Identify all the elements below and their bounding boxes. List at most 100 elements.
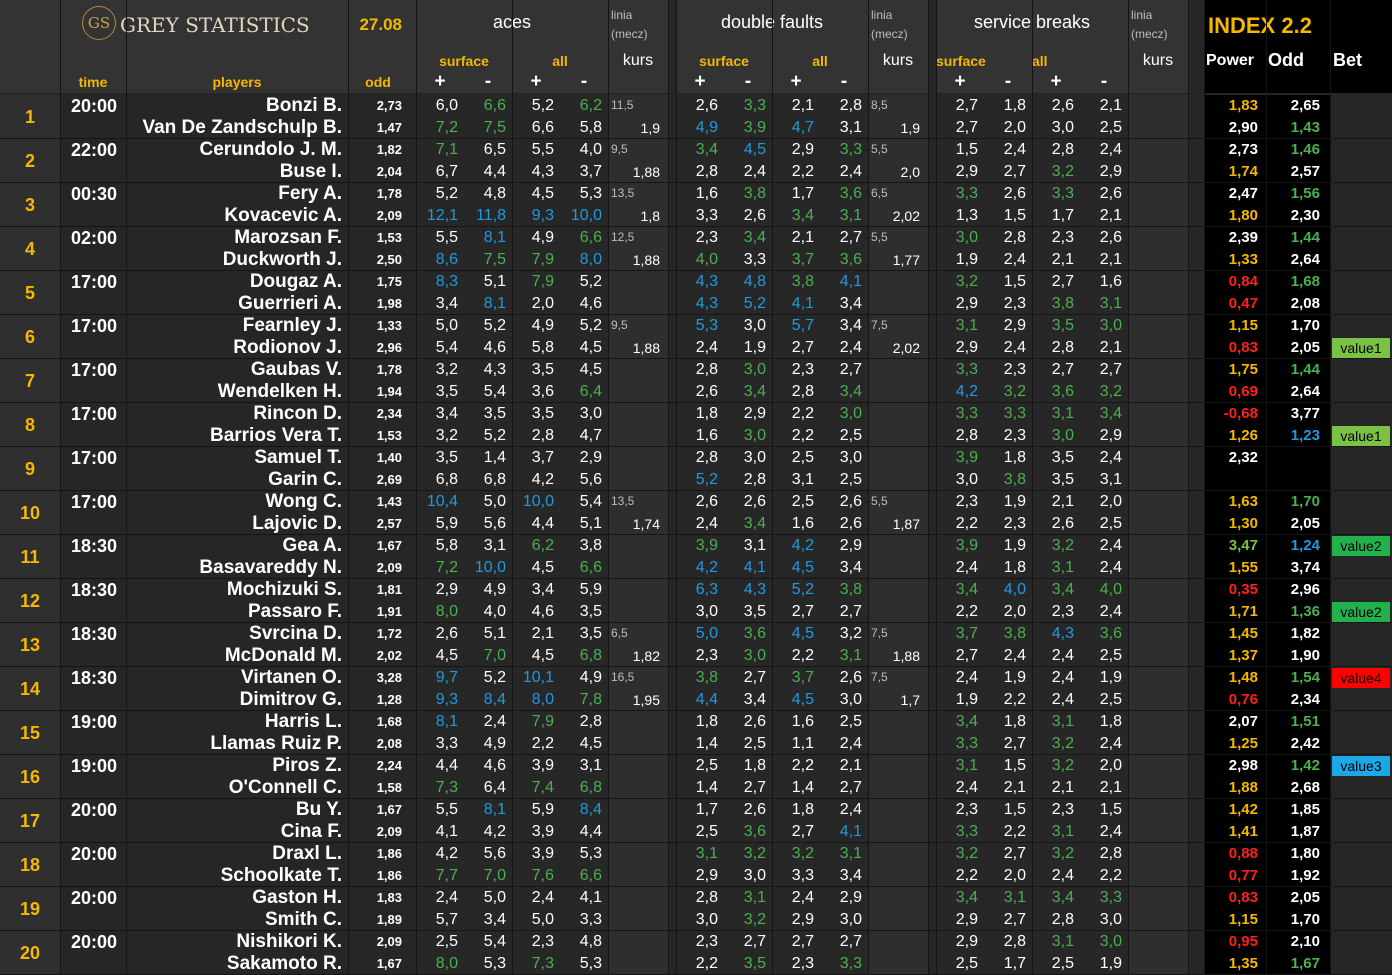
df-kurs-header: kurs: [882, 52, 914, 69]
sb-value: 3,7: [955, 625, 978, 642]
row-bg: [868, 579, 928, 623]
player-name: Bu Y.: [295, 799, 342, 820]
match-time: 17:00: [70, 272, 118, 292]
df-value: 2,6: [695, 493, 718, 510]
power-value: 0,77: [1228, 867, 1258, 884]
row-bg: [1330, 271, 1392, 315]
index-odd-value: 2,10: [1290, 933, 1320, 950]
sb-value: 2,5: [955, 955, 978, 972]
line-value: 8,5: [871, 98, 888, 112]
line-value: 9,5: [611, 142, 628, 156]
power-value: 2,07: [1228, 713, 1258, 730]
kurs-value: 2,02: [892, 208, 920, 224]
aces-value: 7,9: [531, 251, 554, 268]
aces-value: 5,8: [579, 119, 602, 136]
match-time: 19:00: [70, 756, 118, 776]
sb-value: 2,5: [1051, 955, 1074, 972]
aces-value: 10,4: [426, 493, 458, 510]
df-value: 1,4: [791, 779, 814, 796]
power-value: 0,84: [1228, 273, 1258, 290]
sb-value: 3,0: [955, 471, 978, 488]
sb-value: 2,2: [955, 867, 978, 884]
line-value: 13,5: [611, 494, 635, 508]
row-bg: [1330, 711, 1392, 755]
player-name: Piros Z.: [272, 755, 342, 776]
aces-value: 3,4: [483, 911, 506, 928]
index-odd-value: 1,23: [1290, 427, 1320, 444]
df-value: 3,7: [791, 669, 814, 686]
corner-cell: [0, 0, 60, 93]
aces-value: 6,8: [579, 647, 602, 664]
aces-value: 6,6: [579, 559, 602, 576]
sb-value: 2,5: [1099, 119, 1122, 136]
df-value: 2,6: [743, 713, 766, 730]
sb-value: 2,4: [1099, 603, 1122, 620]
df-value: 2,7: [791, 823, 814, 840]
player-odd: 2,09: [376, 208, 402, 223]
row-bg: [608, 887, 668, 931]
sb-kurs-header: kurs: [1142, 52, 1174, 69]
sb-value: 2,2: [955, 515, 978, 532]
aces-value: 8,3: [435, 273, 458, 290]
player-odd: 2,09: [376, 934, 402, 949]
row-bg: [1330, 359, 1392, 403]
aces-value: 3,4: [435, 295, 458, 312]
aces-mecz-label: (mecz): [611, 27, 648, 41]
aces-value: 5,0: [483, 493, 506, 510]
aces-value: 7,2: [435, 119, 458, 136]
df-value: 3,0: [695, 911, 718, 928]
aces-value: 5,2: [531, 97, 554, 114]
sb-value: 2,0: [1003, 119, 1026, 136]
aces-value: 8,0: [435, 955, 458, 972]
sb-value: 2,7: [955, 119, 978, 136]
df-value: 3,2: [791, 845, 814, 862]
sb-value: 2,1: [1051, 493, 1074, 510]
row-bg: [1128, 843, 1188, 887]
aces-value: 4,1: [435, 823, 458, 840]
df-value: 4,8: [743, 273, 766, 290]
sb-value: 3,4: [955, 713, 978, 730]
df-value: 6,3: [695, 581, 718, 598]
minus-header: -: [1100, 72, 1108, 92]
df-value: 4,7: [791, 119, 814, 136]
index-odd-value: 1,43: [1290, 119, 1320, 136]
aces-value: 6,0: [435, 97, 458, 114]
row-bg: [608, 579, 668, 623]
df-value: 3,4: [695, 141, 718, 158]
sb-value: 3,2: [1051, 163, 1074, 180]
player-odd: 1,78: [376, 362, 402, 377]
index-odd-value: 2,08: [1290, 295, 1320, 312]
row-bg: [1330, 843, 1392, 887]
kurs-value: 1,88: [632, 164, 660, 180]
kurs-value: 1,9: [900, 120, 920, 136]
player-odd: 1,28: [376, 692, 402, 707]
sb-value: 2,4: [1051, 669, 1074, 686]
minus-header: -: [840, 72, 848, 92]
df-value: 2,5: [839, 427, 862, 444]
df-value: 3,7: [791, 251, 814, 268]
match-number: 6: [24, 327, 35, 347]
sb-value: 3,0: [955, 229, 978, 246]
index-odd-value: 2,65: [1290, 97, 1320, 114]
aces-surface-header: surface: [439, 53, 489, 69]
aces-value: 7,4: [531, 779, 554, 796]
df-value: 2,8: [791, 383, 814, 400]
power-value: 1,15: [1228, 317, 1258, 334]
sb-value: 3,2: [1003, 383, 1026, 400]
row-bg: [608, 447, 668, 491]
df-value: 2,4: [839, 339, 862, 356]
sb-value: 1,9: [955, 691, 978, 708]
row-bg: [868, 843, 928, 887]
sb-value: 3,2: [955, 273, 978, 290]
player-name: Samuel T.: [254, 447, 342, 468]
plus-header: +: [790, 72, 802, 92]
power-value: 0,47: [1228, 295, 1258, 312]
player-odd: 1,47: [376, 120, 402, 135]
aces-value: 4,0: [579, 141, 602, 158]
aces-value: 5,0: [483, 889, 506, 906]
match-time: 22:00: [70, 140, 118, 160]
df-value: 1,6: [695, 185, 718, 202]
row-bg: [1128, 315, 1188, 359]
player-name: Svrcina D.: [249, 623, 342, 644]
df-value: 3,8: [743, 185, 766, 202]
